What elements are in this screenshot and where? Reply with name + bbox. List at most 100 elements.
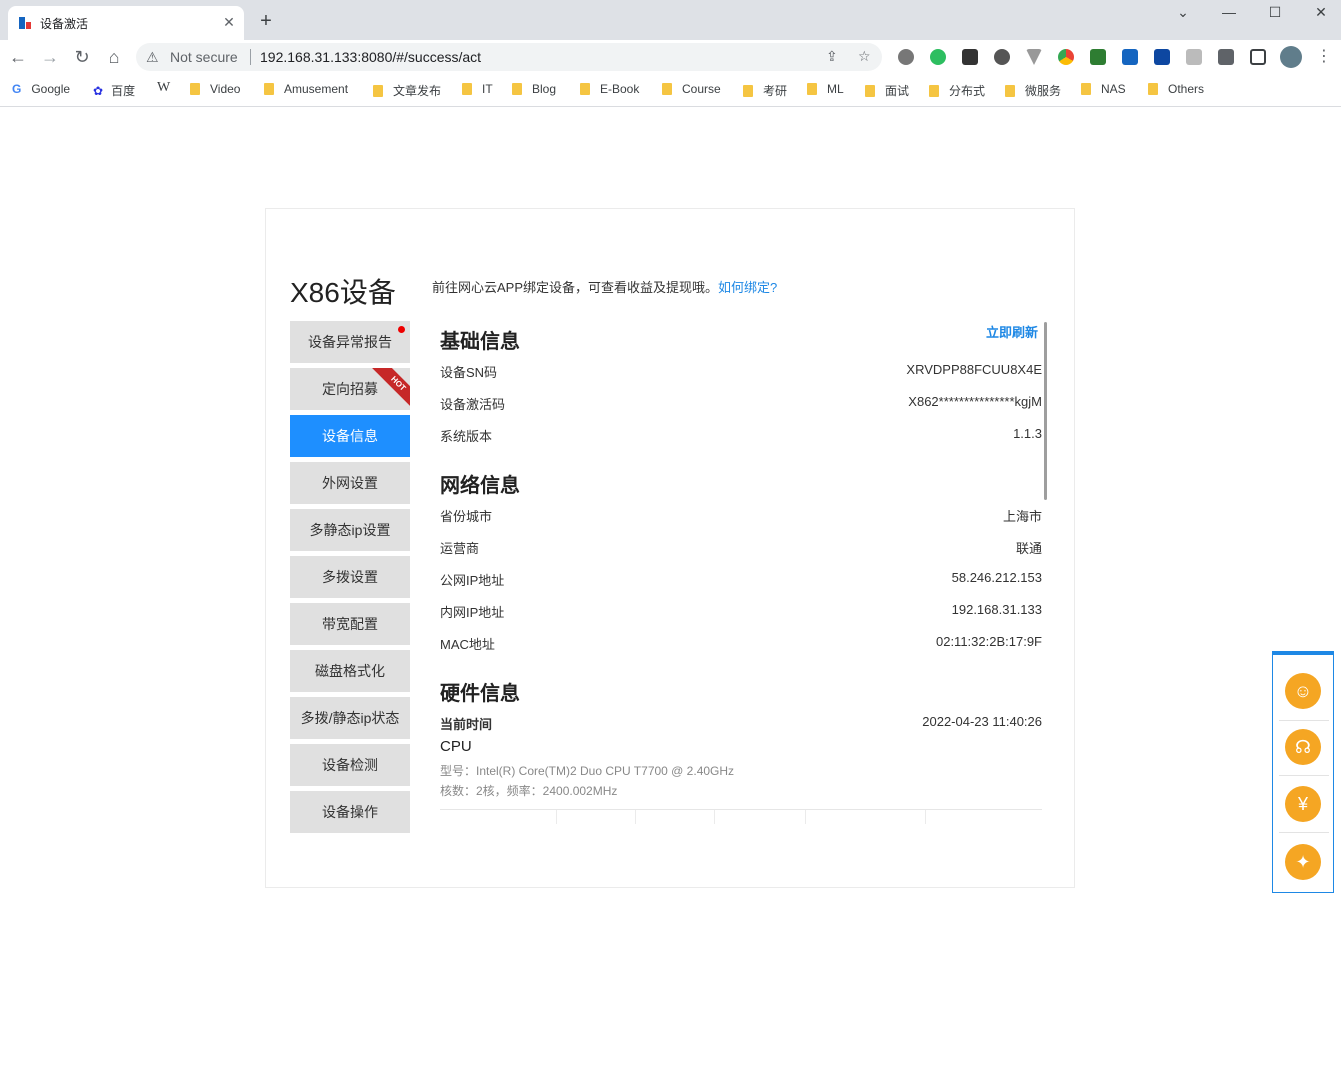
refresh-button[interactable]: 立即刷新	[986, 322, 1038, 341]
bookmark-kaoyan[interactable]: 考研	[743, 82, 787, 98]
menu-item-device-ops[interactable]: 设备操作	[290, 791, 410, 833]
menu-item-label: 设备异常报告	[308, 334, 392, 350]
puzzle-icon[interactable]	[1218, 49, 1234, 65]
profile-avatar[interactable]	[1280, 46, 1302, 68]
home-icon[interactable]: ⌂	[103, 46, 125, 68]
forward-icon[interactable]: →	[39, 46, 61, 68]
activation-code-label: 设备激活码	[440, 397, 506, 412]
bookmark-course[interactable]: Course	[662, 82, 721, 98]
current-time-label: 当前时间	[440, 717, 493, 732]
bookmark-video[interactable]: Video	[190, 82, 240, 98]
qq-icon[interactable]: ☺	[1285, 673, 1321, 709]
bookmark-google[interactable]: G Google	[12, 82, 70, 98]
folder-icon	[929, 85, 939, 97]
menu-item-label: 磁盘格式化	[315, 663, 385, 679]
extension-shield-icon[interactable]	[1186, 49, 1202, 65]
extension-green-icon[interactable]	[1090, 49, 1106, 65]
address-bar[interactable]: ⚠ Not secure 192.168.31.133:8080/#/succe…	[136, 43, 882, 71]
activation-code-value: X862***************kgjM	[908, 394, 1042, 409]
reload-icon[interactable]: ↻	[71, 46, 93, 68]
menu-dots-icon[interactable]: ⋮	[1316, 47, 1332, 67]
money-bag-icon[interactable]: ¥	[1285, 786, 1321, 822]
menu-item-device-info[interactable]: 设备信息	[290, 415, 410, 457]
bookmark-amusement[interactable]: Amusement	[264, 82, 348, 98]
omnibox-divider	[250, 49, 251, 65]
bookmark-ebook[interactable]: E-Book	[580, 82, 639, 98]
vue-devtools-icon[interactable]	[1026, 49, 1042, 65]
sn-value: XRVDPP88FCUU8X4E	[906, 362, 1042, 377]
folder-icon	[1005, 85, 1015, 97]
site-favicon-icon	[19, 17, 31, 29]
bookmark-star-icon[interactable]: ☆	[858, 48, 871, 65]
bookmark-others[interactable]: Others	[1148, 82, 1204, 98]
menu-item-wan-settings[interactable]: 外网设置	[290, 462, 410, 504]
baidu-icon: ✿	[93, 84, 104, 98]
public-ip-value: 58.246.212.153	[951, 570, 1042, 585]
bookmarks-bar: G Google ✿ 百度 W Video Amusement 文章发布 IT Bl…	[0, 74, 1341, 107]
folder-icon	[190, 83, 200, 95]
bookmark-wikipedia[interactable]: W	[157, 80, 170, 96]
folder-icon	[662, 83, 672, 95]
menu-item-label: 带宽配置	[322, 616, 378, 632]
menu-item-label: 设备检测	[322, 757, 378, 773]
bookmark-interview[interactable]: 面试	[865, 82, 909, 98]
not-secure-label[interactable]: Not secure	[170, 49, 238, 65]
bookmark-articles[interactable]: 文章发布	[373, 82, 441, 98]
bookmark-distributed[interactable]: 分布式	[929, 82, 985, 98]
panel-divider	[1279, 720, 1329, 721]
menu-item-device-check[interactable]: 设备检测	[290, 744, 410, 786]
isp-value: 联通	[1015, 541, 1042, 556]
hardware-info-title: 硬件信息	[440, 683, 520, 705]
menu-item-multi-static-ip[interactable]: 多静态ip设置	[290, 509, 410, 551]
close-tab-icon[interactable]: ✕	[220, 13, 238, 31]
bookmark-microservice[interactable]: 微服务	[1005, 82, 1061, 98]
bookmark-nas[interactable]: NAS	[1081, 82, 1126, 98]
bookmark-ml[interactable]: ML	[807, 82, 844, 98]
content-scrollbar[interactable]	[1044, 322, 1047, 500]
isp-label: 运营商	[440, 541, 480, 556]
menu-item-label: 多拨设置	[322, 569, 378, 585]
extension-film-icon[interactable]	[898, 49, 914, 65]
folder-icon	[580, 83, 590, 95]
chrome-extension-icon[interactable]	[1058, 49, 1074, 65]
menu-item-exception-report[interactable]: 设备异常报告	[290, 321, 410, 363]
new-tab-button[interactable]: +	[256, 11, 276, 31]
bookmark-blog[interactable]: Blog	[512, 82, 556, 98]
dsm-icon[interactable]	[1154, 49, 1170, 65]
tab-search-icon[interactable]: ⌄	[1160, 2, 1206, 22]
folder-icon	[462, 83, 472, 95]
menu-item-multi-dial[interactable]: 多拨设置	[290, 556, 410, 598]
menu-item-dial-status[interactable]: 多拨/静态ip状态	[290, 697, 410, 739]
extension-x-icon[interactable]	[962, 49, 978, 65]
url-text[interactable]: 192.168.31.133:8080/#/success/act	[260, 49, 481, 65]
menu-item-bandwidth[interactable]: 带宽配置	[290, 603, 410, 645]
bookmark-baidu[interactable]: ✿ 百度	[93, 82, 135, 98]
menu-item-disk-format[interactable]: 磁盘格式化	[290, 650, 410, 692]
google-icon: G	[12, 82, 22, 96]
window-close-button[interactable]: ✕	[1298, 2, 1341, 22]
share-icon[interactable]: ⇪	[826, 48, 838, 65]
menu-item-label: 多拨/静态ip状态	[300, 710, 400, 726]
lan-ip-value: 192.168.31.133	[951, 602, 1042, 617]
how-to-bind-link[interactable]: 如何绑定?	[718, 280, 777, 295]
side-panel-icon[interactable]	[1250, 49, 1266, 65]
back-icon[interactable]: ←	[7, 46, 29, 68]
maximize-button[interactable]: ☐	[1252, 2, 1298, 22]
extension-blue-icon[interactable]	[1122, 49, 1138, 65]
lan-ip-label: 内网IP地址	[440, 605, 505, 620]
province-city-value: 上海市	[1002, 509, 1042, 524]
evernote-icon[interactable]	[930, 49, 946, 65]
panel-divider	[1279, 775, 1329, 776]
headset-icon[interactable]: ☊	[1285, 729, 1321, 765]
folder-icon	[1081, 83, 1091, 95]
folder-icon	[264, 83, 274, 95]
intro-message: 前往网心云APP绑定设备，可查看收益及提现哦。	[432, 280, 719, 295]
browser-tab[interactable]: 设备激活 ✕	[8, 6, 244, 40]
minimize-button[interactable]: —	[1206, 2, 1252, 22]
menu-item-targeted-recruit[interactable]: 定向招募 HOT	[290, 368, 410, 410]
sn-label: 设备SN码	[440, 365, 498, 380]
lightbulb-icon[interactable]: ✦	[1285, 844, 1321, 880]
floating-service-panel: ☺ ☊ ¥ ✦	[1272, 651, 1334, 893]
extension-sync-icon[interactable]	[994, 49, 1010, 65]
bookmark-it[interactable]: IT	[462, 82, 493, 98]
